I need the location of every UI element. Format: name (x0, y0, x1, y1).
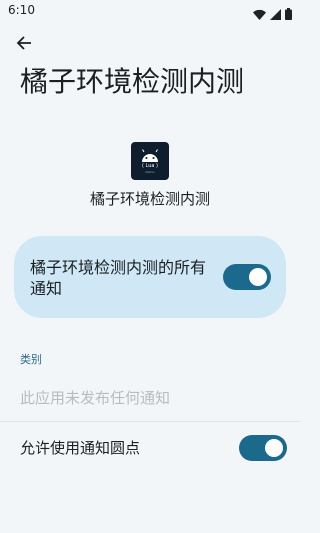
app-icon-subtext: Demo (145, 169, 155, 174)
no-notifications-text: 此应用未发布任何通知 (20, 389, 171, 407)
wifi-icon (253, 5, 266, 24)
status-icons (253, 5, 292, 24)
battery-icon (285, 5, 292, 24)
toggle-thumb (265, 439, 283, 457)
notification-dots-label: 允许使用通知圆点 (20, 439, 141, 457)
status-time: 6:10 (8, 3, 35, 17)
categories-header: 类别 (20, 353, 42, 366)
app-icon: ( Lua ) Demo (131, 142, 169, 180)
app-icon-text: ( Lua ) (141, 162, 158, 169)
signal-icon (270, 5, 281, 24)
android-robot-icon (142, 148, 158, 162)
arrow-back-icon (16, 35, 32, 55)
status-bar: 6:10 (0, 0, 300, 24)
page-title: 橘子环境检测内测 (20, 65, 245, 98)
all-notifications-toggle[interactable] (223, 264, 271, 290)
divider (0, 421, 300, 422)
toggle-thumb (249, 268, 267, 286)
all-notifications-label: 橘子环境检测内测的所有通知 (30, 258, 207, 298)
app-name: 橘子环境检测内测 (89, 190, 210, 208)
all-notifications-card[interactable]: 橘子环境检测内测的所有通知 (14, 236, 286, 318)
back-button[interactable] (10, 31, 38, 59)
notification-dots-toggle[interactable] (239, 435, 287, 461)
